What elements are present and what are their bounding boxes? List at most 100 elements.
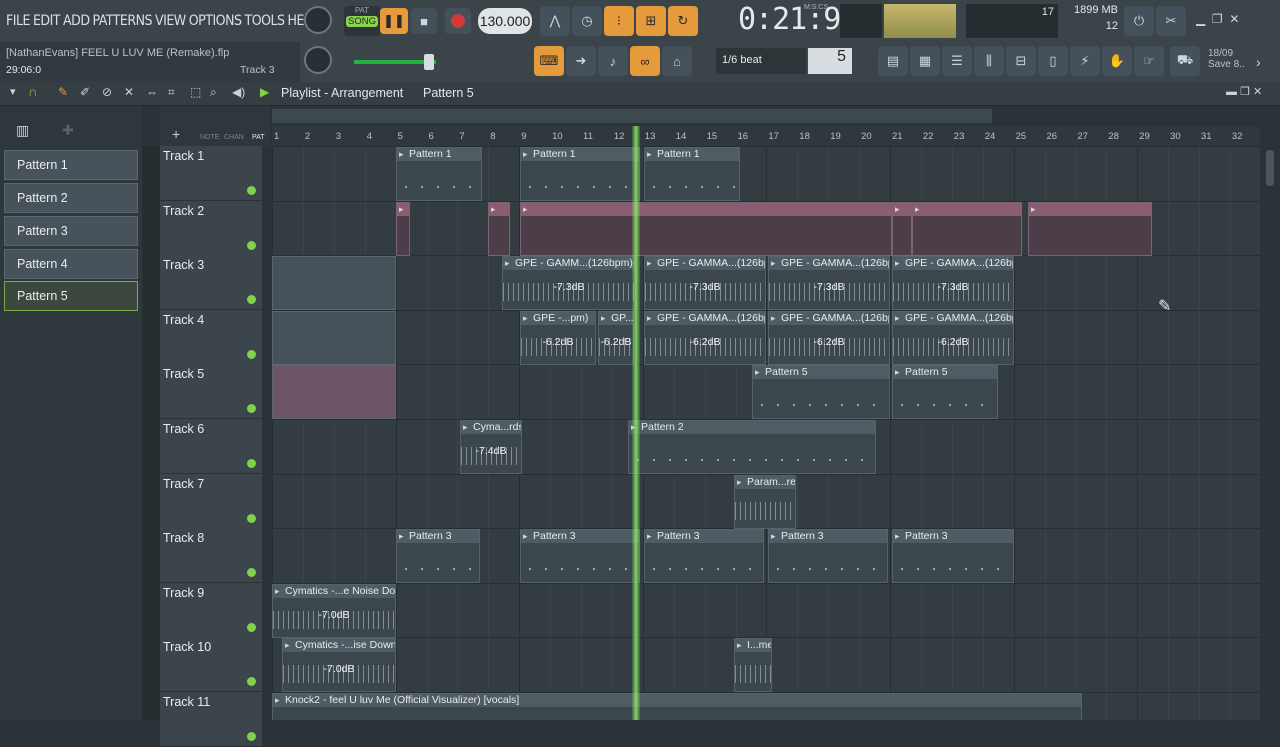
track-header-6[interactable]: Track 6 [160,419,262,474]
master-pitch-knob[interactable] [304,46,332,74]
picker-pattern-3[interactable]: Pattern 3 [4,216,138,246]
playhead[interactable] [632,126,640,720]
pause-button[interactable]: ❚❚ [380,8,408,34]
picker-pattern-5[interactable]: Pattern 5 [4,281,138,311]
menu-tools[interactable]: TOOLS [245,13,286,29]
picker-scrollbar[interactable] [142,146,160,720]
clip[interactable]: Pattern 3 [892,529,1014,584]
step-edit-button[interactable]: ⊞ [636,6,666,36]
menu-edit[interactable]: EDIT [33,13,61,29]
menu-view[interactable]: VIEW [155,13,186,29]
audio-clip[interactable] [488,201,510,256]
clip[interactable]: GPE - GAMMA...(126bpm) -6.2dB [768,310,890,365]
playlist-grid[interactable]: Pattern 1 Pattern 1 Pattern 1 GPE - GAMM...… [272,146,1260,720]
clip[interactable]: Pattern 3 [396,529,480,584]
project-info-button[interactable]: ▯ [1038,46,1068,76]
track-enable-led[interactable] [247,622,256,632]
pl-minimize-icon[interactable]: ▬ [1226,86,1237,98]
track-header-4[interactable]: Track 4 [160,309,262,365]
restore-icon[interactable]: ❐ [1212,12,1223,26]
clip[interactable]: GPE - GAMMA...(126bpm) -6.2dB [644,310,766,365]
clip[interactable]: Pattern 3 [520,529,640,584]
pat-tab[interactable]: PAT [252,134,265,141]
audio-clip[interactable] [272,365,396,420]
track-enable-led[interactable] [247,240,256,250]
link-button[interactable]: ∞ [630,46,660,76]
track-header-5[interactable]: Track 5 [160,364,262,420]
clip[interactable]: Pattern 1 [520,147,640,201]
snap-next-button[interactable]: ➜ [566,46,596,76]
clip[interactable]: Pattern 2 [628,420,876,474]
tools-button[interactable]: ✂ [1156,6,1186,36]
plugin-button[interactable]: ⚡ [1070,46,1100,76]
mute-icon[interactable]: ✕ [124,85,134,99]
minimize-icon[interactable]: ▁ [1196,12,1205,26]
slip-icon[interactable]: ⇔ [146,85,158,99]
audio-clip[interactable] [912,201,1022,256]
clip[interactable]: GPE -...pm) -6.2dB [520,310,596,365]
audio-clip[interactable] [1028,201,1152,256]
touch-button[interactable]: ✋ [1102,46,1132,76]
slice-icon[interactable]: ⌗ [168,85,175,100]
track-header-9[interactable]: Track 9 [160,582,262,638]
clip[interactable]: Cyma...rds) -7.4dB [460,420,522,474]
menu-options[interactable]: OPTIONS [189,13,242,29]
close-icon[interactable]: ✕ [1229,12,1239,26]
store-button[interactable]: ⛟ [1170,46,1200,76]
piano-icon[interactable]: ▥ [16,122,29,139]
track-enable-led[interactable] [247,513,256,523]
mixer-button[interactable]: ⫼ [974,46,1004,76]
track-header-3[interactable]: Track 3 [160,255,262,311]
track-enable-led[interactable] [247,568,256,578]
clip[interactable]: GPE - GAMMA...(126bpm) -6.2dB [892,310,1014,365]
picker-pattern-4[interactable]: Pattern 4 [4,249,138,279]
audio-clip[interactable] [892,201,912,256]
picker-pattern-1[interactable]: Pattern 1 [4,150,138,180]
playlist-button[interactable]: ▤ [878,46,908,76]
countdown-button[interactable]: ⁝ [604,6,634,36]
arrangement-overview[interactable] [272,106,1260,126]
master-volume-knob[interactable] [304,6,332,34]
menu-add[interactable]: ADD [63,13,90,29]
clip[interactable]: Param...req [734,474,796,529]
pat-song-switch[interactable]: PAT SONG [344,6,380,36]
pl-restore-icon[interactable]: ❐ [1240,86,1250,98]
track-enable-led[interactable] [247,677,256,687]
grid-vertical-scrollbar[interactable] [1260,146,1280,720]
menu-patterns[interactable]: PATTERNS [93,13,153,29]
track-enable-led[interactable] [247,732,256,741]
clip[interactable]: Pattern 5 [892,365,998,420]
loop-record-button[interactable]: ↻ [668,6,698,36]
track-enable-led[interactable] [247,404,256,414]
typing-keyboard-button[interactable]: ⌨ [534,46,564,76]
paint-icon[interactable]: ✐ [80,85,90,99]
snap-selector[interactable]: 1/6 beat [716,48,806,74]
pencil-tool-button[interactable]: ♪ [598,46,628,76]
clip[interactable]: Pattern 1 [644,147,740,201]
pencil-icon[interactable]: ✎ [58,85,68,99]
tempo-display[interactable]: 130.000 [478,8,532,34]
audio-icon[interactable]: ✚ [62,122,74,139]
overview-scroll-thumb[interactable] [272,109,992,123]
vertical-scroll-thumb[interactable] [1266,150,1274,186]
clip[interactable]: Knock2 - feel U luv Me (Official Visuali… [272,693,1082,720]
track-enable-led[interactable] [247,349,256,359]
clip[interactable]: GPE - GAMMA...(126bpm) -7.3dB [892,256,1014,311]
browser-button[interactable]: ⊟ [1006,46,1036,76]
playlist-pattern-selector[interactable]: Pattern 5 [423,86,474,100]
delete-icon[interactable]: ⊘ [102,85,112,99]
clip[interactable]: GP...m) -6.2dB [598,310,634,365]
track-enable-led[interactable] [247,295,256,305]
select-icon[interactable]: ⬚ [190,85,201,99]
audio-clip[interactable] [396,201,410,256]
step-value[interactable]: 5 [808,48,852,74]
channel-rack-button[interactable]: ☰ [942,46,972,76]
clip[interactable]: Cymatics -...e Noise Down -7.0dB [272,583,396,638]
speaker-icon[interactable]: ◀) [232,85,245,99]
clip[interactable]: Pattern 3 [644,529,764,584]
menu-file[interactable]: FILE [6,13,30,29]
track-enable-led[interactable] [247,459,256,468]
wait-input-button[interactable]: ◷ [572,6,602,36]
track-header-1[interactable]: Track 1 [160,146,262,201]
news-arrow-icon[interactable]: › [1256,54,1261,70]
